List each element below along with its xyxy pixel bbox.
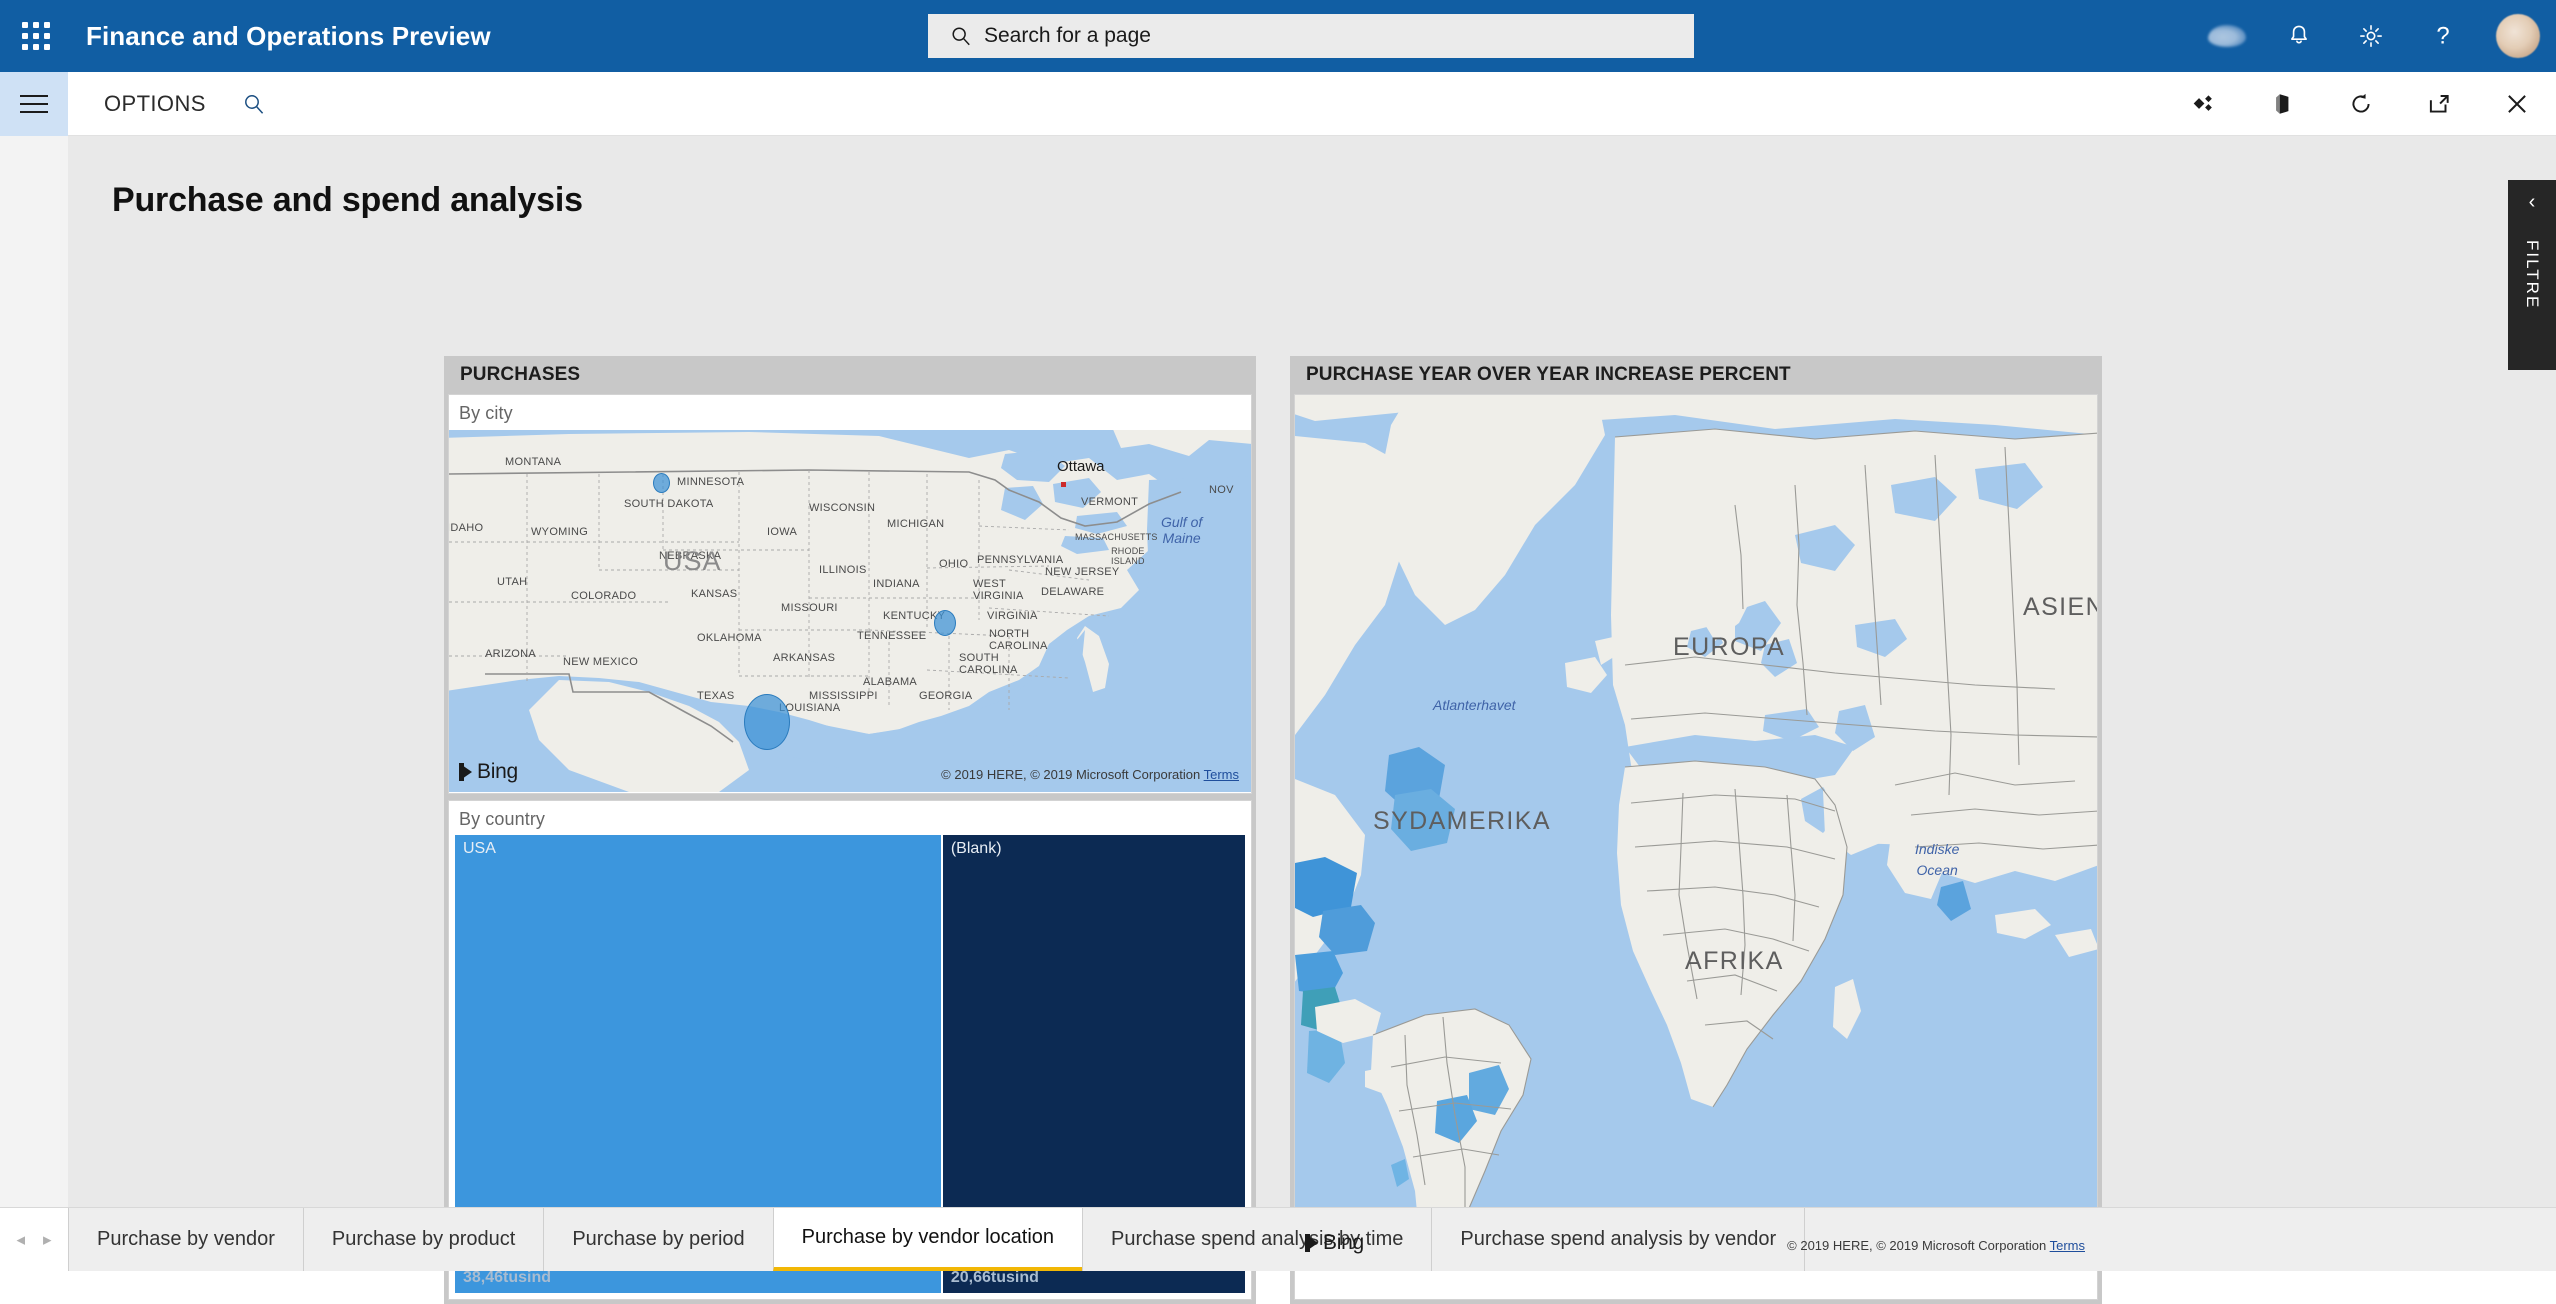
tile-by-country-title: By country xyxy=(449,801,1251,836)
card-purchases[interactable]: PURCHASES By city xyxy=(444,356,1256,1304)
map-attribution-text: © 2019 HERE, © 2019 Microsoft Corporatio… xyxy=(941,767,1200,782)
treemap-node-usa-label: USA xyxy=(463,840,496,858)
card-purchases-header: PURCHASES xyxy=(444,356,1256,394)
tab-purchase-by-period[interactable]: Purchase by period xyxy=(543,1208,772,1271)
bing-logo: Bing xyxy=(1305,1231,1364,1255)
chevron-left-icon: ‹ xyxy=(2529,192,2536,212)
search-icon xyxy=(242,92,266,116)
treemap-node-blank-label: (Blank) xyxy=(951,840,1002,858)
app-title: Finance and Operations Preview xyxy=(86,21,491,52)
open-in-new-window-icon xyxy=(2426,91,2452,117)
usa-bubble-map[interactable]: MONTANA MINNESOTA SOUTH DAKOTA WISCONSIN… xyxy=(449,430,1251,792)
card-purchases-title: PURCHASES xyxy=(460,364,580,386)
filter-panel-label: FILTRE xyxy=(2522,240,2542,309)
tab-purchase-by-vendor-location[interactable]: Purchase by vendor location xyxy=(773,1208,1082,1271)
tab-purchase-spend-analysis-by-vendor[interactable]: Purchase spend analysis by vendor xyxy=(1431,1208,1804,1271)
data-bubble-medium[interactable] xyxy=(934,610,956,636)
left-rail xyxy=(0,136,68,1271)
tile-by-city-title: By city xyxy=(449,395,1251,430)
help-button[interactable]: ? xyxy=(2424,17,2462,55)
filter-panel-toggle[interactable]: ‹ FILTRE xyxy=(2508,180,2556,370)
bing-label: Bing xyxy=(477,760,518,784)
card-purchase-yoy-title: PURCHASE YEAR OVER YEAR INCREASE PERCENT xyxy=(1306,364,1791,386)
personalize-button[interactable] xyxy=(2190,89,2220,119)
svg-text:?: ? xyxy=(2436,23,2449,49)
data-bubble-large[interactable] xyxy=(744,694,790,750)
top-navigation-bar: Finance and Operations Preview Search fo… xyxy=(0,0,2556,72)
cloud-icon xyxy=(2208,25,2246,47)
settings-button[interactable] xyxy=(2352,17,2390,55)
refresh-icon xyxy=(2348,91,2374,117)
app-launcher-icon xyxy=(22,22,50,50)
open-in-office-button[interactable] xyxy=(2268,89,2298,119)
usa-map-graphic xyxy=(449,430,1251,792)
tab-scroll-prev-button[interactable]: ◂ xyxy=(16,1230,25,1250)
gear-icon xyxy=(2358,23,2384,49)
global-search-box[interactable]: Search for a page xyxy=(928,14,1694,58)
refresh-button[interactable] xyxy=(2346,89,2376,119)
personalize-icon xyxy=(2192,91,2218,117)
card-purchase-yoy[interactable]: PURCHASE YEAR OVER YEAR INCREASE PERCENT xyxy=(1290,356,2102,1304)
options-menu-item[interactable]: OPTIONS xyxy=(104,91,206,117)
tile-by-city[interactable]: By city xyxy=(448,394,1252,794)
tile-world-map[interactable]: EUROPA ASIEN AFRIKA SYDAMERIKA Atlanterh… xyxy=(1294,394,2098,1300)
hamburger-menu-icon xyxy=(20,95,48,113)
page-title: Purchase and spend analysis xyxy=(112,181,583,220)
global-search-placeholder: Search for a page xyxy=(984,24,1151,48)
topbar-icon-group: ? xyxy=(2208,0,2540,72)
ottawa-city-dot xyxy=(1061,482,1066,487)
tab-purchase-by-vendor[interactable]: Purchase by vendor xyxy=(68,1208,303,1271)
bing-logo: Bing xyxy=(459,760,518,784)
avatar[interactable] xyxy=(2496,14,2540,58)
treemap-node-blank-value: 20,66tusind xyxy=(951,1269,1039,1287)
treemap-node-usa-value: 38,46tusind xyxy=(463,1269,551,1287)
tab-purchase-spend-analysis-by-time[interactable]: Purchase spend analysis by time xyxy=(1082,1208,1431,1271)
data-bubble-small[interactable] xyxy=(653,473,670,493)
map-attribution: © 2019 HERE, © 2019 Microsoft Corporatio… xyxy=(941,767,1239,782)
tab-purchase-by-product[interactable]: Purchase by product xyxy=(303,1208,543,1271)
page-search-button[interactable] xyxy=(242,92,266,116)
office-icon xyxy=(2270,91,2296,117)
close-button[interactable] xyxy=(2502,89,2532,119)
map-attribution-text: © 2019 HERE, © 2019 Microsoft Corporatio… xyxy=(1787,1238,2046,1253)
bing-label: Bing xyxy=(1323,1231,1364,1255)
bing-b-icon xyxy=(1305,1234,1318,1252)
map-terms-link[interactable]: Terms xyxy=(1204,767,1239,782)
app-launcher-button[interactable] xyxy=(0,0,72,72)
tab-scroll-next-button[interactable]: ▸ xyxy=(43,1230,52,1250)
world-map-graphic xyxy=(1295,395,2097,1263)
search-icon xyxy=(950,25,972,47)
tab-scroll-controls: ◂ ▸ xyxy=(0,1208,68,1271)
bottom-tab-bar: ◂ ▸ Purchase by vendor Purchase by produ… xyxy=(0,1207,2556,1271)
help-icon: ? xyxy=(2430,23,2456,49)
cloud-button[interactable] xyxy=(2208,17,2246,55)
close-icon xyxy=(2504,91,2530,117)
map-terms-link[interactable]: Terms xyxy=(2050,1238,2085,1253)
bell-icon xyxy=(2286,23,2312,49)
workspace-content: Purchase and spend analysis PURCHASES By… xyxy=(68,136,2556,1207)
world-choropleth-map[interactable]: EUROPA ASIEN AFRIKA SYDAMERIKA Atlanterh… xyxy=(1295,395,2097,1263)
options-toolbar: OPTIONS xyxy=(0,72,2556,136)
card-purchase-yoy-header: PURCHASE YEAR OVER YEAR INCREASE PERCENT xyxy=(1290,356,2102,394)
options-toolbar-icon-group xyxy=(2190,72,2532,136)
notifications-button[interactable] xyxy=(2280,17,2318,55)
map-attribution: © 2019 HERE, © 2019 Microsoft Corporatio… xyxy=(1787,1238,2085,1253)
bing-b-icon xyxy=(459,763,472,781)
navigation-pane-toggle[interactable] xyxy=(0,72,68,136)
open-in-new-window-button[interactable] xyxy=(2424,89,2454,119)
